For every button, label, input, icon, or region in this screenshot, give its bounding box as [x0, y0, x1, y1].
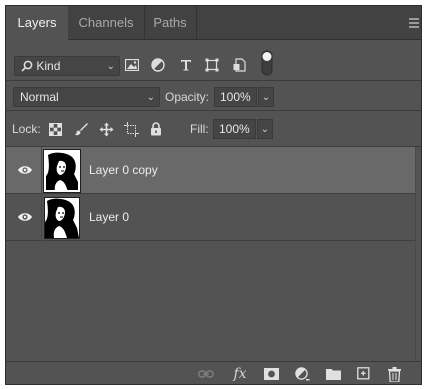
- lock-all-padlock-icon[interactable]: [148, 121, 164, 137]
- smart-object-filter-icon[interactable]: [230, 55, 248, 75]
- new-layer-icon[interactable]: [355, 366, 373, 382]
- lock-transparent-pixels-icon[interactable]: [47, 121, 63, 137]
- chevron-down-icon: ⌄: [146, 92, 155, 103]
- lock-row: Lock: Fill: 100% ⌄: [6, 111, 421, 147]
- lock-position-move-icon[interactable]: [98, 121, 114, 137]
- chevron-down-icon: ⌄: [106, 61, 115, 72]
- layer-style-fx-icon[interactable]: fx: [231, 366, 249, 382]
- tab-divider: [196, 6, 197, 40]
- opacity-slider-button[interactable]: ⌄: [258, 87, 274, 107]
- link-layers-icon[interactable]: [197, 366, 215, 382]
- fill-label: Fill:: [190, 122, 209, 136]
- delete-layer-trash-icon[interactable]: [385, 366, 403, 382]
- chevron-down-icon: ⌄: [260, 124, 270, 135]
- shape-filter-icon[interactable]: [203, 55, 221, 75]
- blend-mode-value: Normal: [20, 90, 59, 104]
- pixel-filter-icon[interactable]: [123, 55, 141, 75]
- lock-label: Lock:: [12, 122, 41, 136]
- layer-thumbnail[interactable]: [43, 149, 81, 193]
- visibility-toggle[interactable]: [6, 147, 42, 194]
- kind-filter-label: Kind: [36, 59, 61, 73]
- opacity-input[interactable]: 100%: [214, 87, 257, 107]
- filter-toggle-icon[interactable]: [258, 49, 276, 77]
- tab-channels[interactable]: Channels: [68, 6, 144, 40]
- opacity-label: Opacity:: [165, 90, 210, 104]
- lock-image-pixels-brush-icon[interactable]: [73, 121, 89, 137]
- type-filter-icon[interactable]: [177, 55, 195, 75]
- layer-name: Layer 0: [89, 210, 130, 224]
- adjustment-filter-icon[interactable]: [149, 55, 167, 75]
- new-adjustment-layer-icon[interactable]: [293, 366, 311, 382]
- visibility-toggle[interactable]: [6, 194, 42, 241]
- filter-row: Kind ⌄: [6, 41, 421, 81]
- new-group-folder-icon[interactable]: [324, 366, 342, 382]
- fill-slider-button[interactable]: ⌄: [257, 119, 273, 139]
- layers-scrollbar[interactable]: [415, 147, 421, 361]
- tab-paths[interactable]: Paths: [144, 6, 196, 40]
- add-mask-icon[interactable]: [262, 366, 280, 382]
- fill-input[interactable]: 100%: [213, 119, 256, 139]
- search-icon: [21, 60, 33, 72]
- layer-name: Layer 0 copy: [89, 163, 158, 177]
- blend-mode-dropdown[interactable]: Normal ⌄: [13, 87, 160, 107]
- blend-row: Normal ⌄ Opacity: 100% ⌄: [6, 81, 421, 111]
- chevron-down-icon: ⌄: [261, 92, 271, 103]
- kind-filter-dropdown[interactable]: Kind ⌄: [14, 56, 120, 76]
- eye-icon: [18, 166, 32, 174]
- tab-layers[interactable]: Layers: [6, 6, 68, 41]
- layer-row[interactable]: Layer 0 copy: [6, 147, 417, 194]
- layer-thumbnail[interactable]: [44, 197, 80, 239]
- lock-artboard-icon[interactable]: [123, 121, 139, 137]
- layer-row[interactable]: Layer 0: [6, 194, 417, 241]
- eye-icon: [18, 213, 32, 221]
- panel-menu-icon[interactable]: [409, 18, 421, 28]
- layers-bottom-bar: fx: [6, 361, 421, 384]
- layers-panel: Layers Channels Paths Kind ⌄ Normal ⌄ Op…: [5, 5, 422, 385]
- panel-tab-bar: Layers Channels Paths: [6, 6, 421, 41]
